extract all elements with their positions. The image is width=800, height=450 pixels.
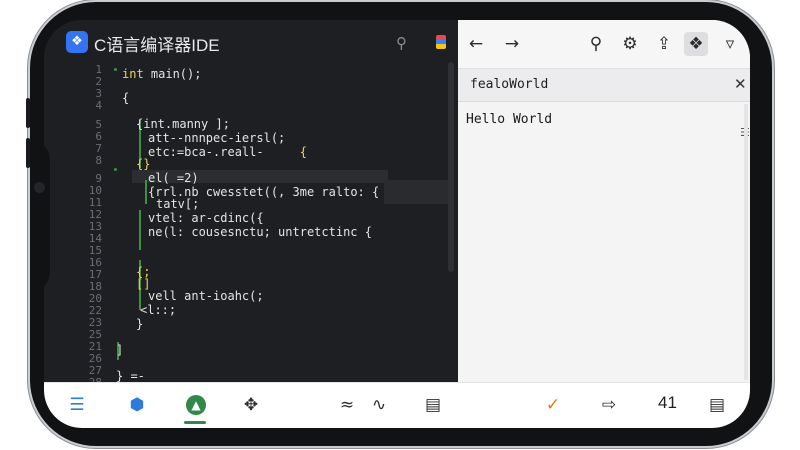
line-number: 16 xyxy=(88,256,102,269)
indent-guide xyxy=(145,180,147,204)
line-number: 17 xyxy=(88,268,102,281)
arrow-left-icon[interactable]: ← xyxy=(464,32,488,56)
line-number: 7 xyxy=(95,142,102,155)
screen: ❖ C语言编译器IDE ⚲ 1 2 3 4 5 6 7 8 9 10 11 12… xyxy=(44,20,750,428)
line-number: 15 xyxy=(88,244,102,257)
console-output: Hello World xyxy=(466,112,553,127)
code-line-3[interactable]: { xyxy=(122,92,129,104)
wifi-icon[interactable]: ∿ xyxy=(366,393,392,417)
line-number: 26 xyxy=(88,352,102,365)
line-number: 9 xyxy=(95,172,102,185)
output-tab-label: fealoWorld xyxy=(470,77,549,92)
fold-marker-icon[interactable] xyxy=(114,68,117,71)
line-number: 10 xyxy=(88,184,102,197)
grid-list-icon[interactable]: ▤ xyxy=(704,393,730,417)
code-line-8[interactable]: {} xyxy=(136,158,150,170)
code-editor[interactable]: ❖ C语言编译器IDE ⚲ 1 2 3 4 5 6 7 8 9 10 11 12… xyxy=(44,20,458,400)
line-number: 20 xyxy=(88,292,102,305)
line-number: 5 xyxy=(95,118,102,131)
code-line-6[interactable]: att--nnnpec-iersl(; xyxy=(148,132,285,144)
terminal-icon[interactable]: ▤ xyxy=(420,393,446,417)
autocomplete-hint xyxy=(384,180,448,204)
line-number: 3 xyxy=(95,87,102,100)
line-number: 11 xyxy=(88,196,102,209)
volume-up-button xyxy=(26,98,30,128)
gear-icon[interactable]: ⚙ xyxy=(618,32,642,56)
puzzle-icon[interactable]: ❖ xyxy=(684,32,708,56)
line-number: 1 xyxy=(95,63,102,76)
line-number: 23 xyxy=(88,316,102,329)
code-line-12[interactable]: vtel: ar-cdinc({ xyxy=(148,212,264,224)
code-line-24[interactable]: ] xyxy=(116,344,123,356)
code-line-1[interactable]: int main(); xyxy=(122,68,201,80)
arrow-right-icon[interactable]: → xyxy=(500,32,524,56)
line-number: 25 xyxy=(88,328,102,341)
code-line-13[interactable]: ne(l: cousesnctu; untretctinc { xyxy=(148,226,372,238)
editor-header: ❖ C语言编译器IDE ⚲ xyxy=(44,20,458,64)
run-icon[interactable]: ▲ xyxy=(186,395,206,415)
language-indicator-icon[interactable] xyxy=(436,35,446,49)
badge-icon[interactable]: ⬢ xyxy=(124,393,150,417)
front-camera-icon xyxy=(34,182,45,193)
editor-scrollbar[interactable] xyxy=(448,62,454,272)
close-icon[interactable]: ✕ xyxy=(734,75,747,93)
code-line-9[interactable]: el( =2) xyxy=(148,172,199,184)
line-number: 8 xyxy=(95,154,102,167)
code-line-21[interactable]: } xyxy=(136,318,143,330)
code-text: main(); xyxy=(143,67,202,81)
share-icon[interactable]: ⇪ xyxy=(652,32,676,56)
code-line-7[interactable]: etc:=bca-.reall- { xyxy=(148,146,307,158)
line-number: 18 xyxy=(88,280,102,293)
list-icon[interactable]: ☰ xyxy=(64,393,90,417)
line-number: 13 xyxy=(88,220,102,233)
app-icon: ❖ xyxy=(66,31,88,53)
code-line-19[interactable]: vell ant-ioahc(; xyxy=(148,290,264,302)
fold-marker-icon[interactable] xyxy=(114,168,117,171)
active-tab-indicator xyxy=(184,421,206,424)
line-number: 27 xyxy=(88,364,102,377)
code-line-11[interactable]: tatv[; xyxy=(156,198,199,210)
filter-icon[interactable]: ▿ xyxy=(718,32,742,56)
pin-icon[interactable]: ✓ xyxy=(540,393,566,417)
line-number: 14 xyxy=(88,232,102,245)
wave-icon[interactable]: ≈ xyxy=(334,393,360,417)
bottom-navigation: ☰ ⬢ ▲ ✥ ≈ ∿ ▤ ✓ ⇨ 41 ▤ xyxy=(44,382,750,428)
code-keyword: int xyxy=(122,67,144,81)
camera-notch xyxy=(30,140,50,292)
line-number: 21 xyxy=(88,340,102,353)
app-title: C语言编译器IDE xyxy=(94,36,220,55)
output-pane: ← → ⚲ ⚙ ⇪ ❖ ▿ fealoWorld ✕ Hello World ☰ xyxy=(458,20,750,382)
archive-icon[interactable]: ⇨ xyxy=(596,393,622,417)
code-line-5[interactable]: {int.manny ]; xyxy=(136,118,230,130)
indent-guide xyxy=(139,210,141,250)
line-number: 2 xyxy=(95,75,102,88)
search-icon[interactable]: ⚲ xyxy=(584,32,608,56)
line-number: 22 xyxy=(88,304,102,317)
line-number: 6 xyxy=(95,130,102,143)
problem-count[interactable]: 41 xyxy=(658,393,677,413)
line-number: 12 xyxy=(88,208,102,221)
search-icon[interactable]: ⚲ xyxy=(396,34,414,52)
output-toolbar: ← → ⚲ ⚙ ⇪ ❖ ▿ xyxy=(458,20,750,69)
code-text: etc:=bca-.reall- xyxy=(148,145,264,159)
code-text: 3me ralto: { xyxy=(292,185,380,199)
output-tab[interactable]: fealoWorld ✕ xyxy=(458,69,750,102)
output-scrollbar[interactable] xyxy=(744,104,748,380)
move-icon[interactable]: ✥ xyxy=(238,393,264,417)
code-line-20[interactable]: <l::; xyxy=(140,304,176,316)
code-line-27[interactable]: } =- xyxy=(116,370,145,382)
code-brace: { xyxy=(299,145,307,159)
line-number: 4 xyxy=(95,99,102,112)
